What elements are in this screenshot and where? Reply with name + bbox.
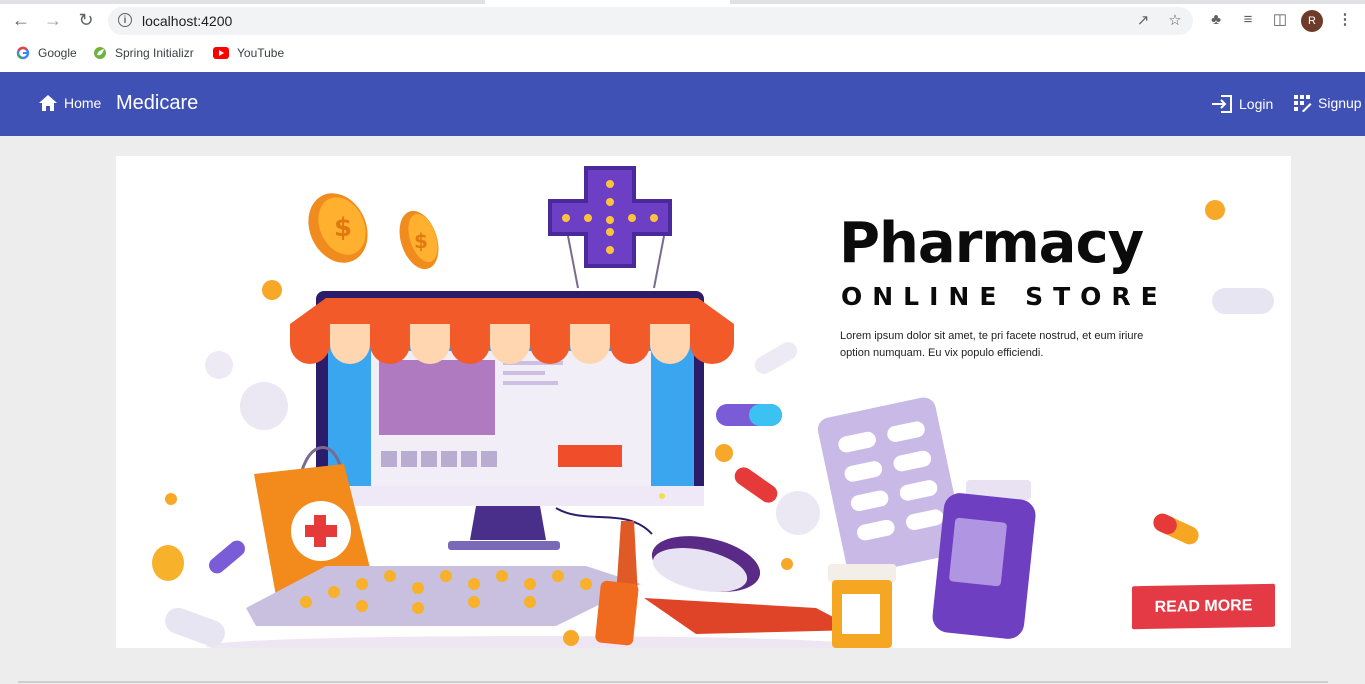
browser-chrome: ← → ↻ i localhost:4200 ↗ ☆ ♣ ≡ ◫ R ⋮ Goo…: [0, 0, 1365, 72]
read-more-button[interactable]: READ MORE: [1132, 583, 1275, 630]
site-info-icon[interactable]: i: [118, 13, 132, 27]
profile-avatar[interactable]: R: [1301, 10, 1323, 32]
bookmark-youtube[interactable]: YouTube: [213, 45, 284, 61]
banner-body-text: Lorem ipsum dolor sit amet, te pri facet…: [840, 330, 1144, 359]
signup-icon: [1294, 95, 1312, 112]
address-bar[interactable]: i localhost:4200 ↗ ☆: [108, 7, 1193, 35]
svg-text:$: $: [414, 229, 428, 253]
login-icon: [1212, 95, 1232, 113]
home-icon: [39, 95, 57, 111]
spring-icon: [94, 47, 106, 59]
bookmark-label: Google: [38, 46, 77, 60]
svg-text:$: $: [334, 213, 352, 243]
menu-kebab-icon[interactable]: ⋮: [1335, 10, 1355, 30]
signup-label: Signup: [1318, 95, 1362, 111]
google-icon: [16, 46, 30, 60]
bookmark-spring[interactable]: Spring Initializr: [93, 45, 194, 61]
login-label: Login: [1239, 96, 1274, 112]
share-icon[interactable]: ↗: [1133, 11, 1153, 31]
back-icon[interactable]: ←: [10, 9, 32, 31]
tab-strip: [0, 0, 1365, 4]
home-label: Home: [64, 95, 102, 111]
app-navbar: Home Medicare Login Signup: [0, 72, 1365, 136]
extensions-icon[interactable]: ♣: [1206, 10, 1226, 30]
brand-title[interactable]: Medicare: [116, 92, 198, 115]
active-tab[interactable]: [485, 0, 730, 4]
bookmark-google[interactable]: Google: [16, 45, 77, 61]
bookmark-label: Spring Initializr: [115, 46, 194, 60]
signup-link[interactable]: Signup: [1293, 94, 1362, 112]
banner-headline: Pharmacy: [839, 211, 1144, 276]
divider: [18, 681, 1328, 683]
youtube-icon: [213, 47, 229, 59]
login-link[interactable]: Login: [1211, 94, 1273, 114]
reload-icon[interactable]: ↻: [75, 9, 97, 31]
media-control-icon[interactable]: ≡: [1238, 10, 1258, 30]
forward-icon[interactable]: →: [42, 9, 64, 31]
address-url[interactable]: localhost:4200: [142, 13, 232, 29]
bookmarks-bar: Google Spring Initializr YouTube: [0, 42, 1365, 64]
home-link[interactable]: Home: [38, 94, 101, 112]
hero-banner: $ $ Pharmacy ONLINE STORE Lorem ipsum do…: [116, 156, 1291, 648]
bookmark-label: YouTube: [237, 46, 285, 60]
side-panel-icon[interactable]: ◫: [1270, 10, 1290, 30]
coin-icon: $: [308, 193, 368, 263]
bookmark-star-icon[interactable]: ☆: [1165, 11, 1185, 31]
coin-icon: $: [399, 210, 439, 270]
banner-subhead: ONLINE STORE: [841, 282, 1168, 311]
